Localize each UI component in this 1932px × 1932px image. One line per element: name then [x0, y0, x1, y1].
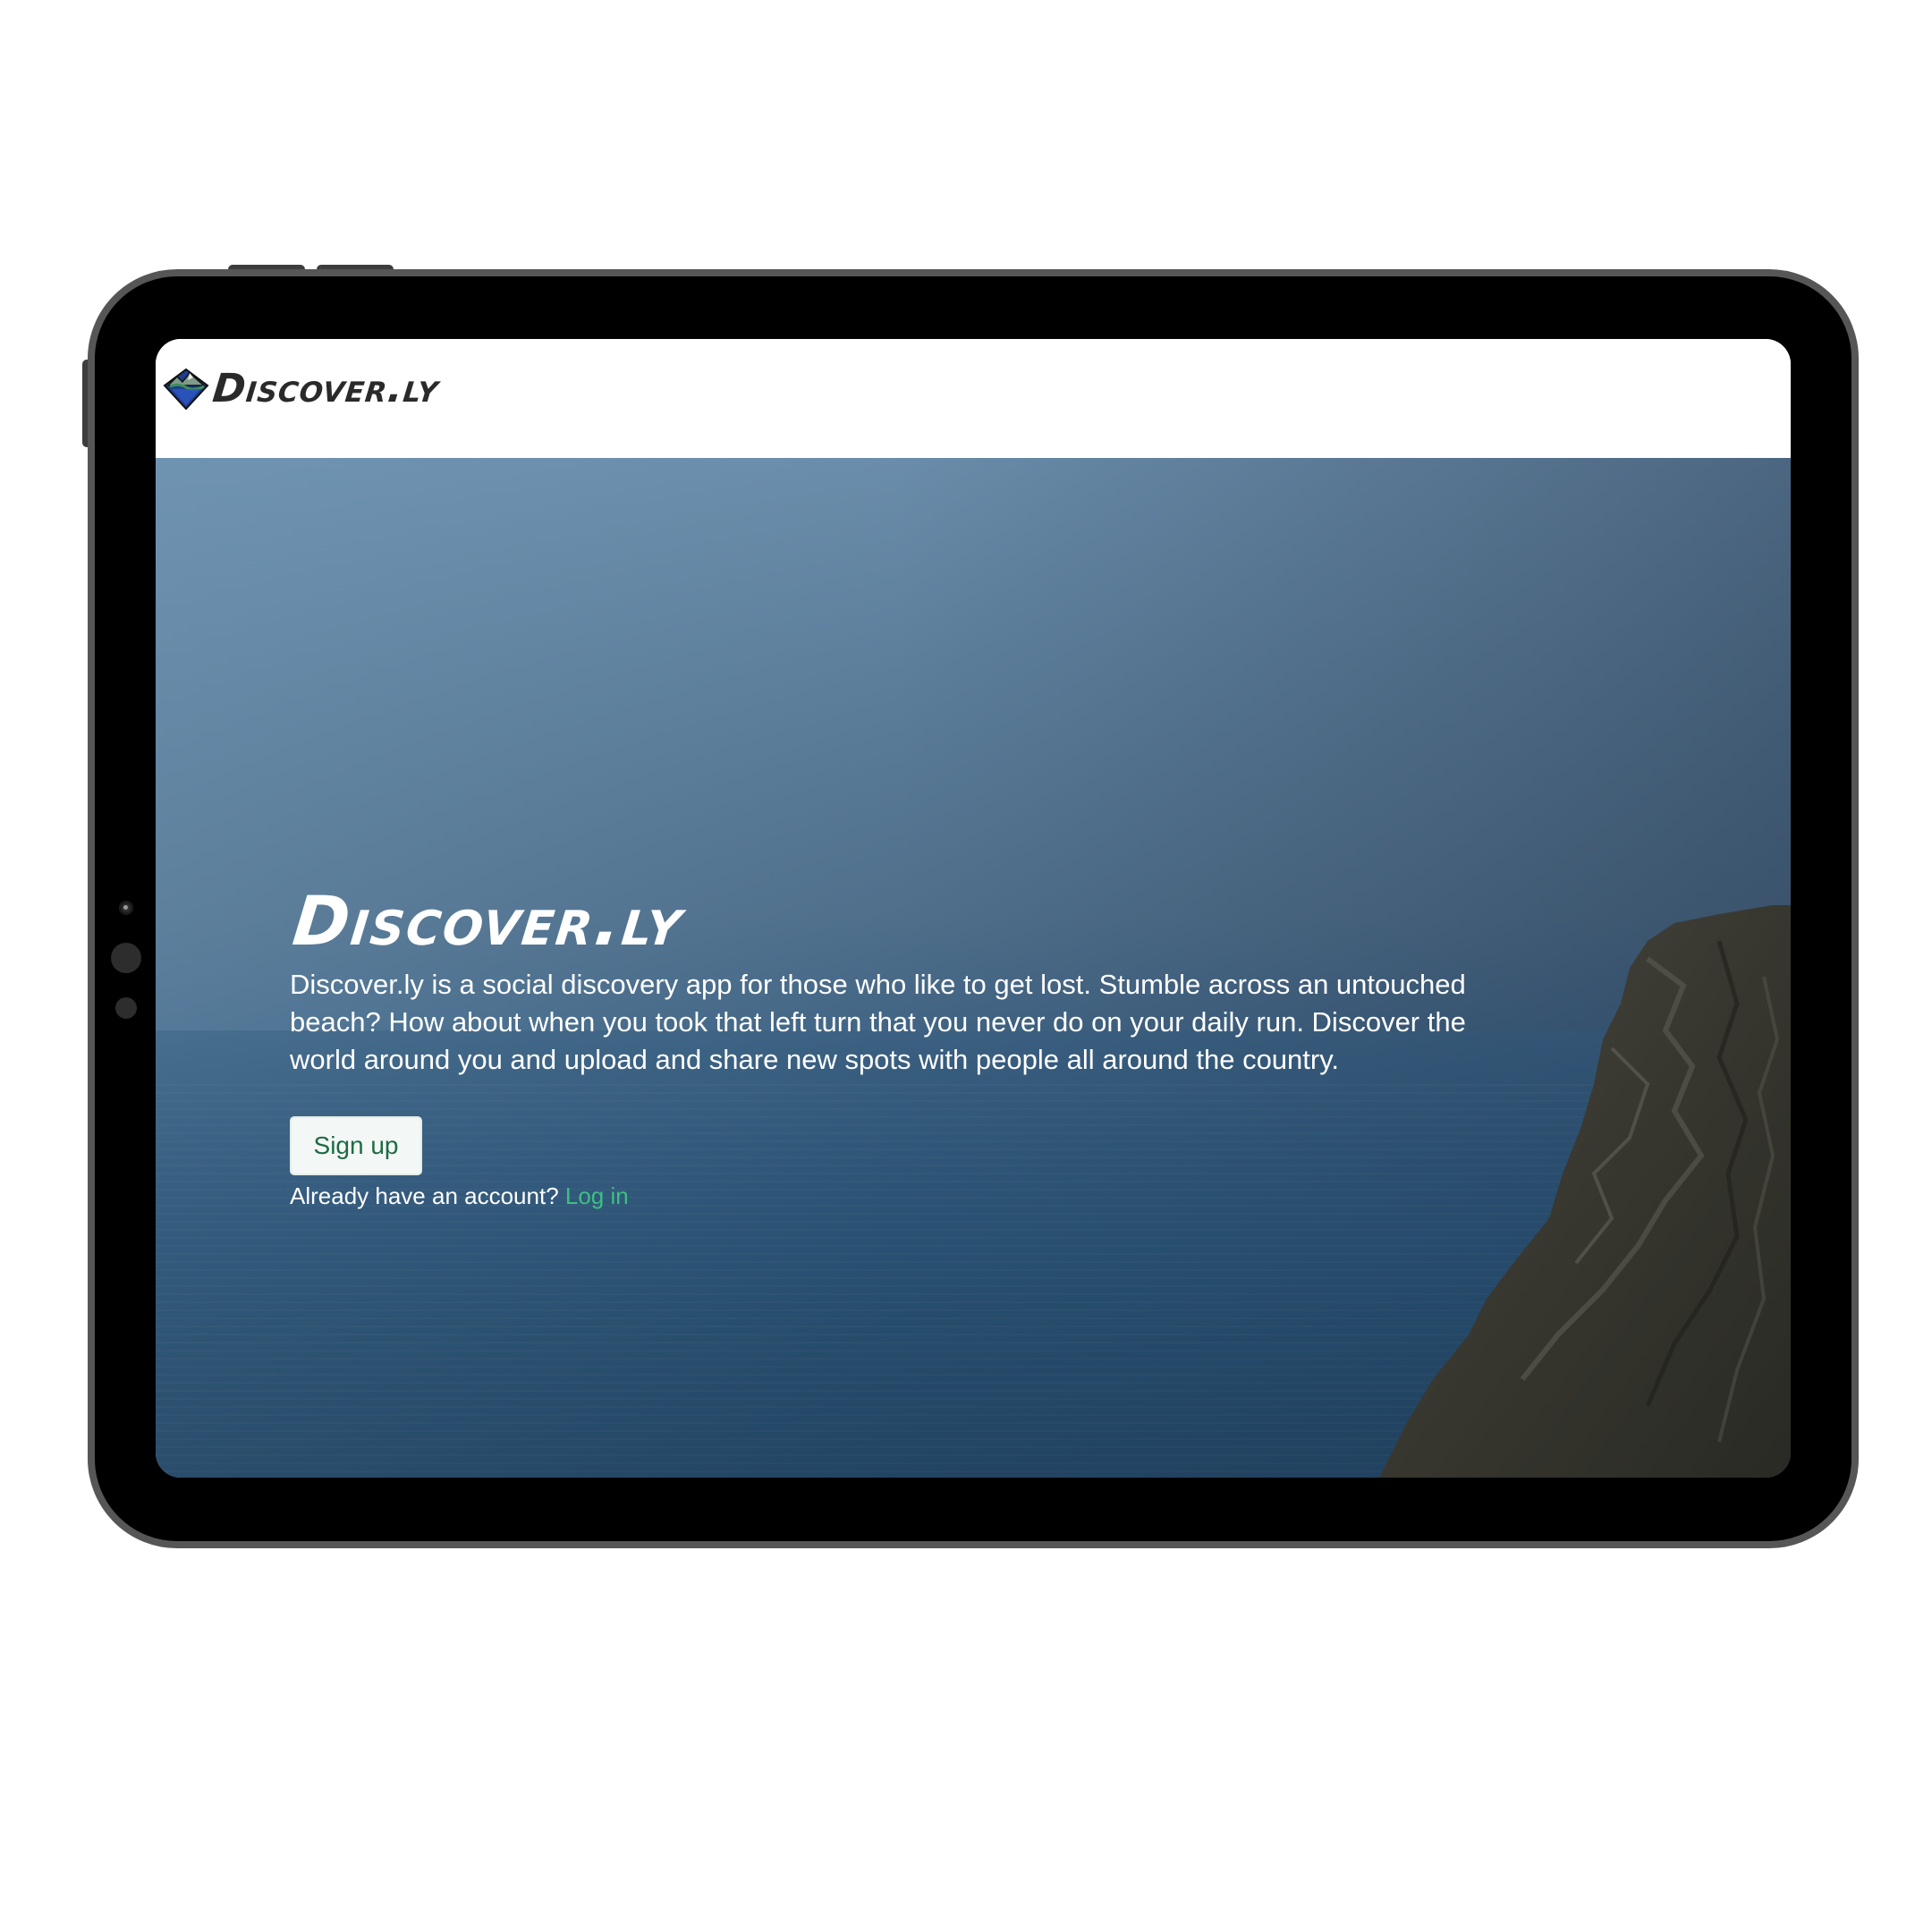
sign-up-button[interactable]: Sign up	[290, 1116, 422, 1175]
login-prompt: Already have an account? Log in	[290, 1181, 1506, 1211]
sensor-small-icon	[115, 997, 137, 1019]
front-camera-icon	[119, 901, 133, 915]
hero-section: Discover.ly Discover.ly is a social disc…	[156, 458, 1791, 1478]
sensor-icon	[111, 943, 141, 973]
hero-content: Discover.ly Discover.ly is a social disc…	[289, 881, 1506, 1211]
hero-description: Discover.ly is a social discovery app fo…	[290, 969, 1466, 1075]
log-in-link[interactable]: Log in	[565, 1182, 629, 1209]
top-navbar: Discover.ly	[156, 339, 1791, 458]
nav-brand-text: Discover.ly	[210, 366, 442, 411]
mountain-diamond-logo-icon	[163, 368, 209, 411]
login-prompt-text: Already have an account?	[290, 1182, 559, 1209]
hero-title: Discover.ly	[289, 881, 688, 961]
tablet-screen: Discover.ly Discover.ly Discover.ly is a…	[156, 339, 1791, 1478]
nav-brand-link[interactable]: Discover.ly	[163, 366, 442, 411]
device-mockup-stage: Discover.ly Discover.ly Discover.ly is a…	[0, 0, 1932, 1932]
